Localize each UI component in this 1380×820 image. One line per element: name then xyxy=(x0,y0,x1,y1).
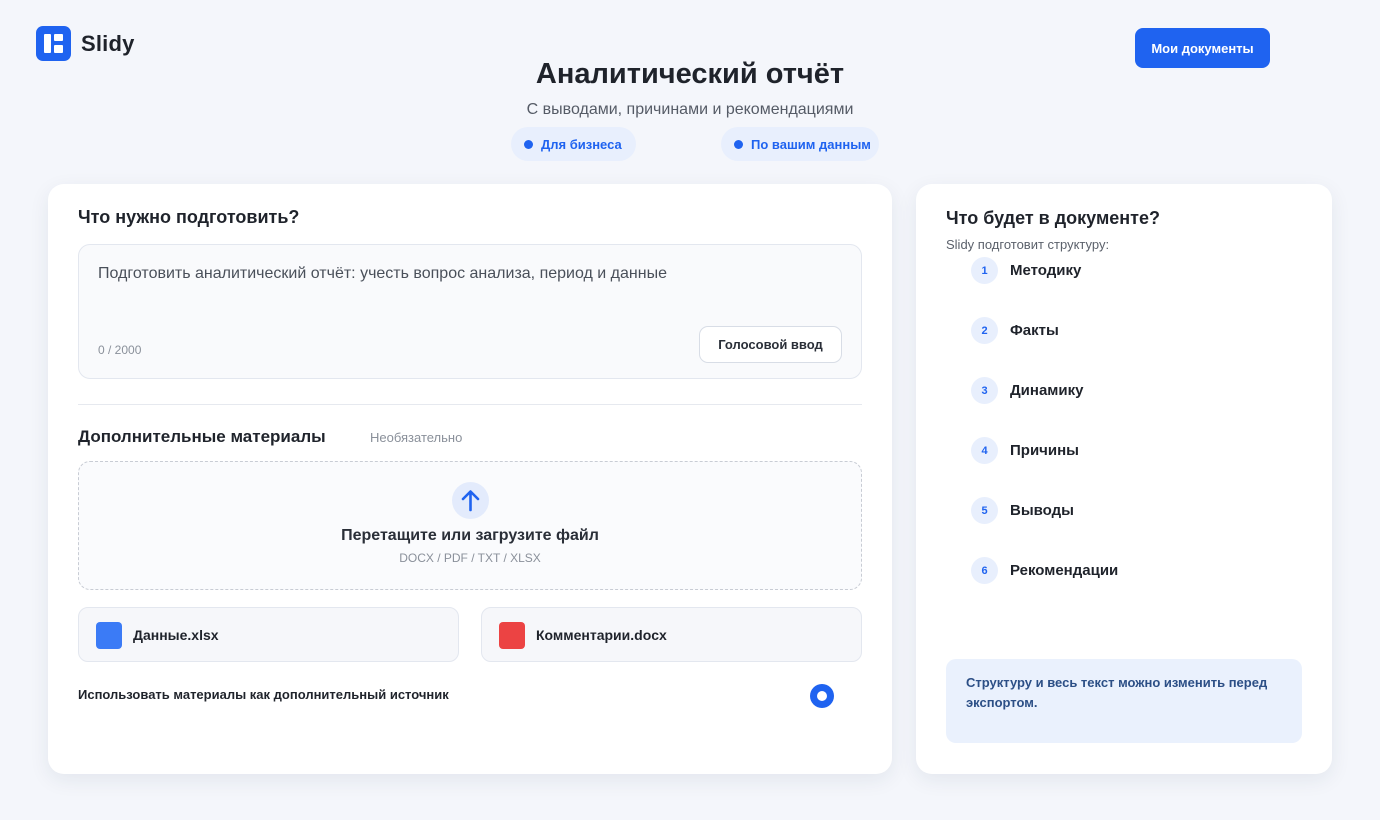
step-label: Рекомендации xyxy=(1010,562,1119,579)
structure-subtitle: Slidy подготовит структуру: xyxy=(946,237,1110,252)
upload-arrow-icon xyxy=(452,482,489,519)
structure-step: 3 Динамику xyxy=(971,376,1271,404)
request-textarea[interactable]: Подготовить аналитический отчёт: учесть … xyxy=(78,244,862,379)
use-source-label: Использовать материалы как дополнительны… xyxy=(78,687,449,702)
structure-heading: Что будет в документе? xyxy=(946,208,1160,228)
char-counter: 0 / 2000 xyxy=(98,343,142,357)
logo-icon xyxy=(36,26,71,61)
voice-input-button[interactable]: Голосовой ввод xyxy=(699,326,842,363)
dot-icon xyxy=(734,139,743,149)
structure-step: 1 Методику xyxy=(971,256,1271,284)
step-label: Факты xyxy=(1010,322,1059,339)
step-number: 1 xyxy=(971,257,998,284)
use-source-radio[interactable] xyxy=(810,684,834,708)
materials-heading: Дополнительные материалы xyxy=(78,427,326,446)
file-dropzone[interactable]: Перетащите или загрузите файл DOCX / PDF… xyxy=(78,461,862,590)
structure-card: Что будет в документе? Slidy подготовит … xyxy=(916,184,1332,774)
step-label: Причины xyxy=(1010,442,1079,459)
file-name: Комментарии.docx xyxy=(536,627,667,643)
brand-logo[interactable]: Slidy xyxy=(36,26,135,61)
optional-label: Необязательно xyxy=(370,430,463,445)
brand-name: Slidy xyxy=(81,30,135,56)
step-number: 3 xyxy=(971,377,998,404)
step-number: 5 xyxy=(971,497,998,524)
page-subtitle: С выводами, причинами и рекомендациями xyxy=(526,101,854,118)
file-item[interactable]: Комментарии.docx xyxy=(481,607,862,662)
dropzone-title: Перетащите или загрузите файл xyxy=(341,527,599,544)
structure-step: 6 Рекомендации xyxy=(971,556,1271,584)
tag-chip-label: Для бизнеса xyxy=(541,136,622,152)
structure-step: 5 Выводы xyxy=(971,496,1271,524)
file-item[interactable]: Данные.xlsx xyxy=(78,607,459,662)
step-number: 2 xyxy=(971,317,998,344)
step-label: Методику xyxy=(1010,262,1082,279)
structure-step: 2 Факты xyxy=(971,316,1271,344)
dropzone-formats: DOCX / PDF / TXT / XLSX xyxy=(399,551,541,565)
request-heading: Что нужно подготовить? xyxy=(78,207,300,227)
step-label: Динамику xyxy=(1010,382,1084,399)
request-card: Что нужно подготовить? Подготовить анали… xyxy=(48,184,892,774)
docx-file-icon xyxy=(499,622,525,649)
step-label: Выводы xyxy=(1010,502,1074,519)
page-title: Аналитический отчёт xyxy=(535,58,845,90)
info-note-text: Структуру и весь текст можно изменить пе… xyxy=(966,675,1268,710)
tag-chip-label: По вашим данным xyxy=(751,136,871,152)
step-number: 4 xyxy=(971,437,998,464)
page: Slidy Мои документы Аналитический отчёт … xyxy=(0,0,1380,820)
file-name: Данные.xlsx xyxy=(133,627,219,643)
dot-icon xyxy=(524,139,533,149)
tag-chip-business: Для бизнеса xyxy=(511,127,636,161)
structure-step: 4 Причины xyxy=(971,436,1271,464)
tag-chip-your-data: По вашим данным xyxy=(721,127,879,161)
request-text[interactable]: Подготовить аналитический отчёт: учесть … xyxy=(98,261,698,286)
xlsx-file-icon xyxy=(96,622,122,649)
info-note: Структуру и весь текст можно изменить пе… xyxy=(946,659,1302,743)
divider xyxy=(78,404,862,405)
step-number: 6 xyxy=(971,557,998,584)
